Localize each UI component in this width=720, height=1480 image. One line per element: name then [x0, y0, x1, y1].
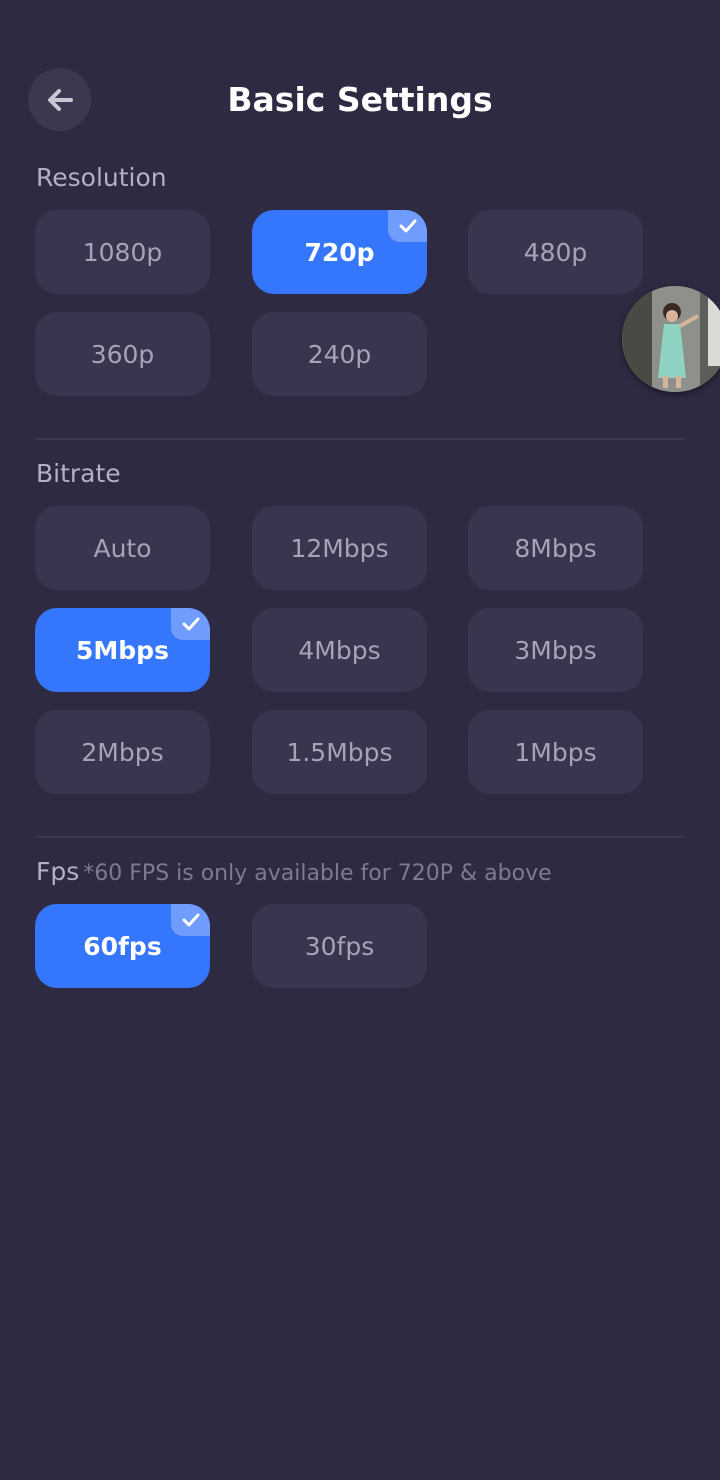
fps-section-header: Fps *60 FPS is only available for 720P & …	[36, 856, 552, 890]
resolution-label: Resolution	[36, 163, 167, 192]
option-label: 4Mbps	[298, 635, 381, 665]
bitrate-option-4mbps[interactable]: 4Mbps	[252, 608, 427, 692]
bitrate-option-3mbps[interactable]: 3Mbps	[468, 608, 643, 692]
option-label: 30fps	[304, 931, 375, 961]
bitrate-option-5mbps[interactable]: 5Mbps	[35, 608, 210, 692]
option-label: 480p	[523, 237, 588, 267]
option-label: 720p	[304, 237, 375, 267]
section-divider	[36, 438, 684, 440]
fps-note: *60 FPS is only available for 720P & abo…	[83, 861, 552, 886]
option-label: Auto	[93, 533, 152, 563]
resolution-option-240p[interactable]: 240p	[252, 312, 427, 396]
avatar-thumbnail	[622, 286, 720, 392]
check-icon	[388, 210, 427, 242]
bitrate-option-1-5mbps[interactable]: 1.5Mbps	[252, 710, 427, 794]
option-label: 1080p	[82, 237, 163, 267]
option-label: 60fps	[83, 931, 162, 961]
option-label: 360p	[90, 339, 155, 369]
resolution-option-1080p[interactable]: 1080p	[35, 210, 210, 294]
bitrate-option-8mbps[interactable]: 8Mbps	[468, 506, 643, 590]
option-label: 2Mbps	[81, 737, 164, 767]
resolution-option-720p[interactable]: 720p	[252, 210, 427, 294]
option-label: 1.5Mbps	[286, 737, 393, 767]
floating-preview-avatar[interactable]	[622, 286, 720, 392]
bitrate-option-12mbps[interactable]: 12Mbps	[252, 506, 427, 590]
option-label: 240p	[307, 339, 372, 369]
bitrate-option-2mbps[interactable]: 2Mbps	[35, 710, 210, 794]
bitrate-option-auto[interactable]: Auto	[35, 506, 210, 590]
bitrate-label: Bitrate	[36, 459, 121, 488]
fps-option-30fps[interactable]: 30fps	[252, 904, 427, 988]
fps-option-60fps[interactable]: 60fps	[35, 904, 210, 988]
resolution-option-480p[interactable]: 480p	[468, 210, 643, 294]
resolution-option-360p[interactable]: 360p	[35, 312, 210, 396]
page-title: Basic Settings	[227, 80, 493, 119]
fps-label: Fps	[36, 857, 80, 886]
option-label: 8Mbps	[514, 533, 597, 563]
option-label: 12Mbps	[290, 533, 389, 563]
check-icon	[171, 608, 210, 640]
option-label: 1Mbps	[514, 737, 597, 767]
option-label: 5Mbps	[76, 635, 169, 665]
check-icon	[171, 904, 210, 936]
option-label: 3Mbps	[514, 635, 597, 665]
section-divider	[36, 836, 684, 838]
bitrate-option-1mbps[interactable]: 1Mbps	[468, 710, 643, 794]
